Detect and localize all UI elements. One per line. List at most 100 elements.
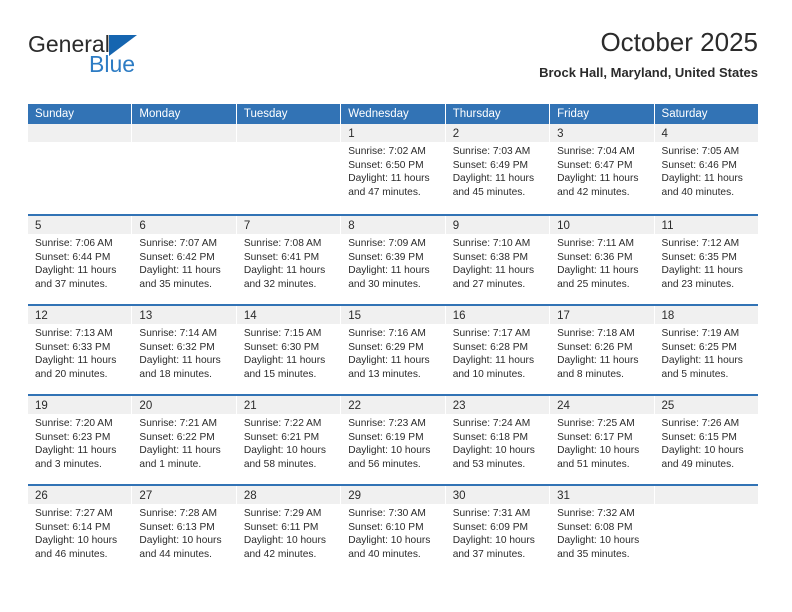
day-number: 25 [661,400,675,412]
day-cell[interactable]: 26 Sunrise: 7:27 AM Sunset: 6:14 PM Dayl… [28,486,133,574]
day-cell[interactable]: 17 Sunrise: 7:18 AM Sunset: 6:26 PM Dayl… [550,306,655,394]
day-number-band: 28 [236,486,341,504]
sunrise-text: Sunrise: 7:02 AM [348,146,426,157]
sunset-text: Sunset: 6:15 PM [661,431,737,443]
sunrise-text: Sunrise: 7:29 AM [243,508,322,519]
day-number: 19 [35,400,48,412]
day-cell[interactable]: 21 Sunrise: 7:22 AM Sunset: 6:21 PM Dayl… [236,396,342,484]
day-cell[interactable]: 19 Sunrise: 7:20 AM Sunset: 6:23 PM Dayl… [28,396,133,484]
day-number: 26 [35,490,48,502]
title-block: October 2025 Brock Hall, Maryland, Unite… [539,26,758,82]
sunrise-text: Sunrise: 7:30 AM [348,508,426,519]
day-cell[interactable]: 12 Sunrise: 7:13 AM Sunset: 6:33 PM Dayl… [28,306,133,394]
sunrise-text: Sunrise: 7:13 AM [35,328,113,339]
week-row: 12 Sunrise: 7:13 AM Sunset: 6:33 PM Dayl… [28,304,758,394]
day-cell[interactable]: 9 Sunrise: 7:10 AM Sunset: 6:38 PM Dayli… [445,216,551,304]
day-number-band [236,124,341,142]
day-number: 9 [452,220,460,232]
general-blue-logo[interactable]: General Blue [28,32,258,88]
day-body: Sunrise: 7:13 AM Sunset: 6:33 PM Dayligh… [28,324,131,381]
sunrise-text: Sunrise: 7:16 AM [348,328,426,339]
sunset-text: Sunset: 6:09 PM [452,521,529,533]
day-cell[interactable]: 23 Sunrise: 7:24 AM Sunset: 6:18 PM Dayl… [445,396,551,484]
daylight-text-line2: and 44 minutes. [139,548,212,560]
sunrise-text: Sunrise: 7:22 AM [243,418,322,429]
day-cell[interactable] [236,124,342,214]
sunrise-text: Sunrise: 7:24 AM [452,418,531,429]
daylight-text-line2: and 27 minutes. [452,278,526,290]
day-number-band: 21 [236,396,341,414]
day-cell[interactable]: 8 Sunrise: 7:09 AM Sunset: 6:39 PM Dayli… [341,216,446,304]
day-number-band: 4 [654,124,758,142]
day-cell[interactable]: 30 Sunrise: 7:31 AM Sunset: 6:09 PM Dayl… [445,486,551,574]
day-body: Sunrise: 7:29 AM Sunset: 6:11 PM Dayligh… [237,504,340,561]
day-number-band: 16 [445,306,550,324]
day-cell[interactable]: 31 Sunrise: 7:32 AM Sunset: 6:08 PM Dayl… [550,486,655,574]
day-body: Sunrise: 7:22 AM Sunset: 6:21 PM Dayligh… [237,414,340,471]
day-cell[interactable]: 3 Sunrise: 7:04 AM Sunset: 6:47 PM Dayli… [550,124,655,214]
daylight-text-line1: Daylight: 11 hours [348,265,430,276]
day-cell[interactable]: 29 Sunrise: 7:30 AM Sunset: 6:10 PM Dayl… [341,486,446,574]
day-cell[interactable] [28,124,133,214]
day-body: Sunrise: 7:26 AM Sunset: 6:15 PM Dayligh… [655,414,758,471]
day-number-band: 12 [28,306,132,324]
sunset-text: Sunset: 6:36 PM [557,251,633,263]
day-cell[interactable]: 28 Sunrise: 7:29 AM Sunset: 6:11 PM Dayl… [236,486,342,574]
day-cell[interactable] [654,486,758,574]
day-cell[interactable]: 7 Sunrise: 7:08 AM Sunset: 6:41 PM Dayli… [236,216,342,304]
daylight-text-line2: and 13 minutes. [348,368,421,380]
day-cell[interactable]: 24 Sunrise: 7:25 AM Sunset: 6:17 PM Dayl… [550,396,655,484]
day-cell[interactable]: 20 Sunrise: 7:21 AM Sunset: 6:22 PM Dayl… [132,396,237,484]
sunset-text: Sunset: 6:25 PM [661,341,737,353]
sunset-text: Sunset: 6:33 PM [35,341,111,353]
sunrise-text: Sunrise: 7:27 AM [35,508,113,519]
day-number: 10 [557,220,570,232]
day-cell[interactable]: 5 Sunrise: 7:06 AM Sunset: 6:44 PM Dayli… [28,216,133,304]
day-cell[interactable]: 13 Sunrise: 7:14 AM Sunset: 6:32 PM Dayl… [132,306,237,394]
day-number-band: 24 [550,396,654,414]
sunset-text: Sunset: 6:26 PM [557,341,633,353]
daylight-text-line1: Daylight: 10 hours [348,445,431,456]
daylight-text-line2: and 3 minutes. [35,458,102,470]
daylight-text-line2: and 53 minutes. [452,458,526,470]
day-body [28,142,131,145]
day-cell[interactable]: 2 Sunrise: 7:03 AM Sunset: 6:49 PM Dayli… [445,124,551,214]
day-number: 20 [139,400,153,412]
day-cell[interactable]: 11 Sunrise: 7:12 AM Sunset: 6:35 PM Dayl… [654,216,758,304]
daylight-text-line2: and 58 minutes. [243,458,317,470]
day-number: 6 [139,220,146,232]
day-body: Sunrise: 7:23 AM Sunset: 6:19 PM Dayligh… [341,414,444,471]
day-body: Sunrise: 7:04 AM Sunset: 6:47 PM Dayligh… [550,142,653,199]
daylight-text-line1: Daylight: 11 hours [139,445,221,456]
daylight-text-line1: Daylight: 11 hours [35,265,117,276]
day-cell[interactable]: 22 Sunrise: 7:23 AM Sunset: 6:19 PM Dayl… [341,396,446,484]
day-cell[interactable]: 18 Sunrise: 7:19 AM Sunset: 6:25 PM Dayl… [654,306,758,394]
day-cell[interactable]: 4 Sunrise: 7:05 AM Sunset: 6:46 PM Dayli… [654,124,758,214]
day-cell[interactable]: 27 Sunrise: 7:28 AM Sunset: 6:13 PM Dayl… [132,486,237,574]
page-header: General Blue October 2025 Brock Hall, Ma… [28,26,758,96]
day-number: 14 [243,310,257,322]
day-cell[interactable]: 10 Sunrise: 7:11 AM Sunset: 6:36 PM Dayl… [550,216,655,304]
weekday-header-wednesday: Wednesday [341,104,446,124]
sunset-text: Sunset: 6:49 PM [452,159,529,171]
sunset-text: Sunset: 6:41 PM [243,251,320,263]
day-number-band: 30 [445,486,550,504]
weekday-header-tuesday: Tuesday [236,104,342,124]
day-number-band [28,124,132,142]
day-number-band: 26 [28,486,132,504]
day-cell[interactable]: 6 Sunrise: 7:07 AM Sunset: 6:42 PM Dayli… [132,216,237,304]
day-cell[interactable]: 15 Sunrise: 7:16 AM Sunset: 6:29 PM Dayl… [341,306,446,394]
day-cell[interactable]: 16 Sunrise: 7:17 AM Sunset: 6:28 PM Dayl… [445,306,551,394]
day-cell[interactable] [132,124,237,214]
daylight-text-line1: Daylight: 11 hours [243,355,326,366]
sunset-text: Sunset: 6:21 PM [243,431,320,443]
day-cell[interactable]: 14 Sunrise: 7:15 AM Sunset: 6:30 PM Dayl… [236,306,342,394]
day-cell[interactable]: 1 Sunrise: 7:02 AM Sunset: 6:50 PM Dayli… [341,124,446,214]
daylight-text-line2: and 51 minutes. [557,458,630,470]
day-body: Sunrise: 7:32 AM Sunset: 6:08 PM Dayligh… [550,504,653,561]
day-body: Sunrise: 7:27 AM Sunset: 6:14 PM Dayligh… [28,504,131,561]
day-number-band: 19 [28,396,132,414]
daylight-text-line2: and 40 minutes. [661,186,735,198]
day-cell[interactable]: 25 Sunrise: 7:26 AM Sunset: 6:15 PM Dayl… [654,396,758,484]
day-number: 4 [661,128,668,140]
